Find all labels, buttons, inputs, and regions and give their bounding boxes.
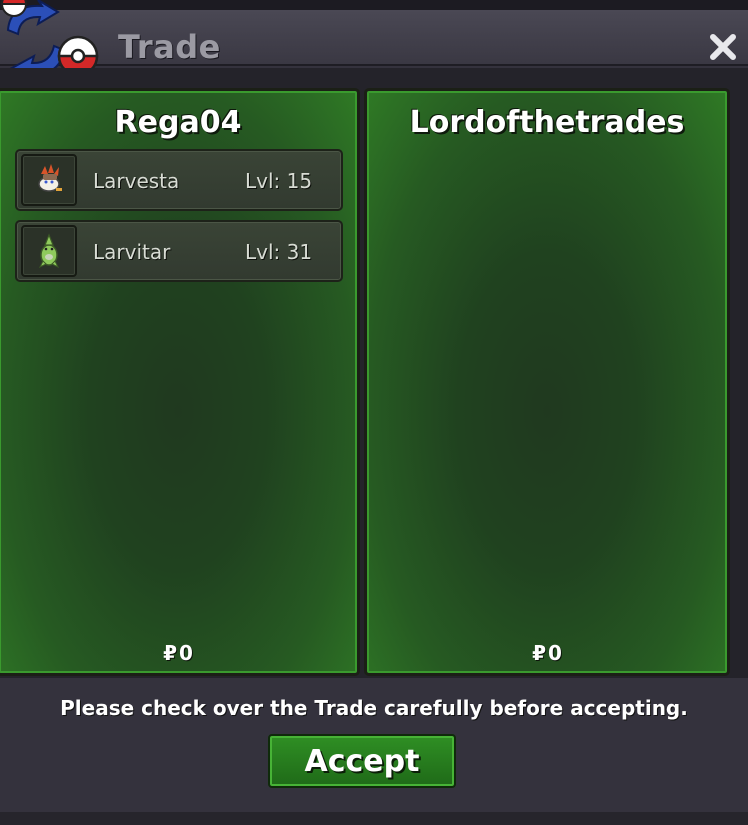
window-bottom-strip	[0, 812, 748, 825]
left-offer-panel: Rega04 Larvesta Lvl: 15 Larvitar Lvl: 31…	[0, 88, 360, 676]
accept-button[interactable]: Accept	[268, 734, 456, 788]
larvesta-sprite-icon	[38, 164, 62, 192]
pokedollar-icon: ₽	[532, 641, 546, 665]
left-money: ₽0	[0, 641, 357, 665]
right-money-amount: 0	[548, 641, 562, 665]
pokemon-row-larvesta[interactable]: Larvesta Lvl: 15	[15, 149, 343, 211]
title-bar[interactable]: Trade	[0, 10, 748, 66]
larvitar-sprite-icon	[38, 233, 60, 269]
pokemon-icon-box	[21, 225, 77, 277]
pokemon-row-larvitar[interactable]: Larvitar Lvl: 31	[15, 220, 343, 282]
window-top-strip	[0, 0, 748, 10]
trade-notice: Please check over the Trade carefully be…	[60, 696, 688, 720]
right-player-name: Lordofthetrades	[409, 105, 685, 140]
right-offer-panel: Lordofthetrades ₽0	[364, 88, 730, 676]
window-title: Trade	[118, 28, 221, 66]
close-icon	[710, 34, 736, 60]
pokemon-level: Lvl: 31	[245, 240, 313, 264]
left-money-amount: 0	[179, 641, 193, 665]
close-button[interactable]	[706, 30, 740, 64]
accept-button-label: Accept	[304, 744, 420, 779]
left-player-name: Rega04	[114, 105, 242, 140]
pokedollar-icon: ₽	[163, 641, 177, 665]
right-money: ₽0	[367, 641, 727, 665]
trade-window: Trade Rega04 Larvesta Lvl: 15 Larvitar L…	[0, 0, 748, 825]
pokemon-icon-box	[21, 154, 77, 206]
pokemon-name: Larvitar	[93, 240, 171, 264]
pokemon-level: Lvl: 15	[245, 169, 313, 193]
pokemon-name: Larvesta	[93, 169, 180, 193]
